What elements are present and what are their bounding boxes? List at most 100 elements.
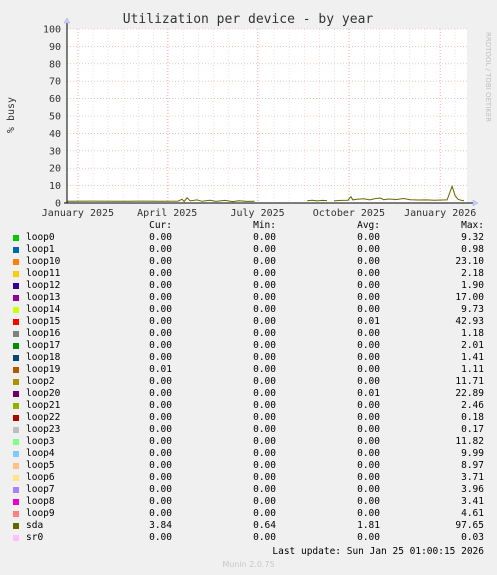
legend-avg-value: 0.00 bbox=[357, 232, 380, 243]
legend-device-name: loop21 bbox=[26, 400, 61, 411]
legend-avg-value: 0.00 bbox=[357, 484, 380, 495]
legend-max-value: 3.71 bbox=[461, 472, 484, 483]
legend-device-name: loop1 bbox=[26, 244, 55, 255]
legend-swatch bbox=[13, 355, 19, 361]
legend-row: loop10 0.00 0.00 0.00 23.10 bbox=[0, 256, 497, 268]
legend-cur-value: 0.00 bbox=[149, 244, 172, 255]
legend-swatch bbox=[13, 307, 19, 313]
legend-min-value: 0.00 bbox=[253, 436, 276, 447]
legend-device-name: loop3 bbox=[26, 436, 55, 447]
legend-avg-value: 0.00 bbox=[357, 280, 380, 291]
legend-cur-value: 0.00 bbox=[149, 424, 172, 435]
legend-row: loop1 0.00 0.00 0.00 0.98 bbox=[0, 244, 497, 256]
legend-min-value: 0.00 bbox=[253, 484, 276, 495]
legend-avg-value: 0.00 bbox=[357, 508, 380, 519]
legend-avg-value: 0.00 bbox=[357, 532, 380, 543]
x-tick-label: October 2025 bbox=[313, 208, 385, 219]
last-update: Last update: Sun Jan 25 01:00:15 2026 bbox=[272, 546, 484, 557]
legend-avg-value: 0.00 bbox=[357, 412, 380, 423]
legend-device-name: loop12 bbox=[26, 280, 61, 291]
legend-cur-value: 0.00 bbox=[149, 436, 172, 447]
legend-swatch bbox=[13, 523, 19, 529]
x-axis-arrow bbox=[472, 199, 479, 207]
legend-max-value: 1.11 bbox=[461, 364, 484, 375]
legend-device-name: loop13 bbox=[26, 292, 61, 303]
legend-device-name: sda bbox=[26, 520, 44, 531]
legend-max-value: 2.46 bbox=[461, 400, 484, 411]
legend-row: loop17 0.00 0.00 0.00 2.01 bbox=[0, 340, 497, 352]
legend-row: loop4 0.00 0.00 0.00 9.99 bbox=[0, 448, 497, 460]
legend-cur-value: 0.00 bbox=[149, 448, 172, 459]
legend-device-name: loop0 bbox=[26, 232, 55, 243]
legend-row: loop5 0.00 0.00 0.00 8.97 bbox=[0, 460, 497, 472]
legend-max-value: 11.71 bbox=[455, 376, 484, 387]
legend-max-value: 0.17 bbox=[461, 424, 484, 435]
legend-avg-value: 0.00 bbox=[357, 472, 380, 483]
y-tick-label: 70 bbox=[49, 77, 61, 88]
legend-device-name: loop15 bbox=[26, 316, 61, 327]
legend-max-value: 1.41 bbox=[461, 352, 484, 363]
legend-max-value: 1.90 bbox=[461, 280, 484, 291]
legend: Cur: Min: Avg: Max: loop0 0.00 0.00 0.00 9.3… bbox=[0, 220, 497, 544]
legend-max-value: 23.10 bbox=[455, 256, 484, 267]
legend-row: loop15 0.00 0.00 0.01 42.93 bbox=[0, 316, 497, 328]
legend-swatch bbox=[13, 247, 19, 253]
legend-device-name: loop2 bbox=[26, 376, 55, 387]
legend-avg-value: 0.00 bbox=[357, 460, 380, 471]
legend-min-value: 0.00 bbox=[253, 340, 276, 351]
legend-cur-value: 0.00 bbox=[149, 460, 172, 471]
legend-avg-value: 0.00 bbox=[357, 304, 380, 315]
y-tick-label: 90 bbox=[49, 42, 61, 53]
legend-min-value: 0.00 bbox=[253, 376, 276, 387]
legend-swatch bbox=[13, 379, 19, 385]
legend-cur-value: 0.00 bbox=[149, 232, 172, 243]
legend-cur-value: 0.00 bbox=[149, 484, 172, 495]
legend-row: loop12 0.00 0.00 0.00 1.90 bbox=[0, 280, 497, 292]
legend-row: loop2 0.00 0.00 0.00 11.71 bbox=[0, 376, 497, 388]
legend-device-name: loop19 bbox=[26, 364, 61, 375]
legend-row: loop0 0.00 0.00 0.00 9.32 bbox=[0, 232, 497, 244]
legend-device-name: loop18 bbox=[26, 352, 61, 363]
y-tick-label: 50 bbox=[49, 112, 61, 123]
legend-cur-value: 0.00 bbox=[149, 412, 172, 423]
legend-avg-value: 1.81 bbox=[357, 520, 380, 531]
legend-device-name: loop23 bbox=[26, 424, 61, 435]
legend-device-name: loop11 bbox=[26, 268, 61, 279]
legend-max-value: 22.89 bbox=[455, 388, 484, 399]
legend-min-value: 0.00 bbox=[253, 496, 276, 507]
legend-row: loop21 0.00 0.00 0.00 2.46 bbox=[0, 400, 497, 412]
y-tick-label: 40 bbox=[49, 129, 61, 140]
y-tick-label: 30 bbox=[49, 146, 61, 157]
rrdtool-watermark: RRDTOOL / TOBI OETIKER bbox=[484, 32, 492, 122]
legend-min-value: 0.00 bbox=[253, 448, 276, 459]
legend-swatch bbox=[13, 391, 19, 397]
legend-row: loop16 0.00 0.00 0.00 1.18 bbox=[0, 328, 497, 340]
legend-row: loop23 0.00 0.00 0.00 0.17 bbox=[0, 424, 497, 436]
legend-row: loop7 0.00 0.00 0.00 3.96 bbox=[0, 484, 497, 496]
legend-min-value: 0.00 bbox=[253, 352, 276, 363]
legend-row: loop9 0.00 0.00 0.00 4.61 bbox=[0, 508, 497, 520]
legend-device-name: loop17 bbox=[26, 340, 61, 351]
legend-max-value: 1.18 bbox=[461, 328, 484, 339]
legend-min-value: 0.00 bbox=[253, 364, 276, 375]
legend-cur-value: 0.00 bbox=[149, 256, 172, 267]
legend-min-value: 0.00 bbox=[253, 472, 276, 483]
legend-swatch bbox=[13, 259, 19, 265]
legend-header: Cur: Min: Avg: Max: bbox=[0, 220, 497, 232]
legend-row: loop19 0.01 0.00 0.00 1.11 bbox=[0, 364, 497, 376]
legend-row: loop22 0.00 0.00 0.00 0.18 bbox=[0, 412, 497, 424]
legend-avg-value: 0.00 bbox=[357, 340, 380, 351]
x-tick-label: January 2025 bbox=[42, 208, 114, 219]
legend-min-value: 0.00 bbox=[253, 400, 276, 411]
legend-max-value: 3.96 bbox=[461, 484, 484, 495]
legend-min-value: 0.00 bbox=[253, 268, 276, 279]
legend-max-value: 0.03 bbox=[461, 532, 484, 543]
legend-swatch bbox=[13, 367, 19, 373]
legend-max-value: 8.97 bbox=[461, 460, 484, 471]
y-tick-label: 80 bbox=[49, 59, 61, 70]
legend-avg-value: 0.00 bbox=[357, 256, 380, 267]
legend-max-value: 2.01 bbox=[461, 340, 484, 351]
legend-swatch bbox=[13, 427, 19, 433]
legend-swatch bbox=[13, 319, 19, 325]
legend-row: loop14 0.00 0.00 0.00 9.73 bbox=[0, 304, 497, 316]
